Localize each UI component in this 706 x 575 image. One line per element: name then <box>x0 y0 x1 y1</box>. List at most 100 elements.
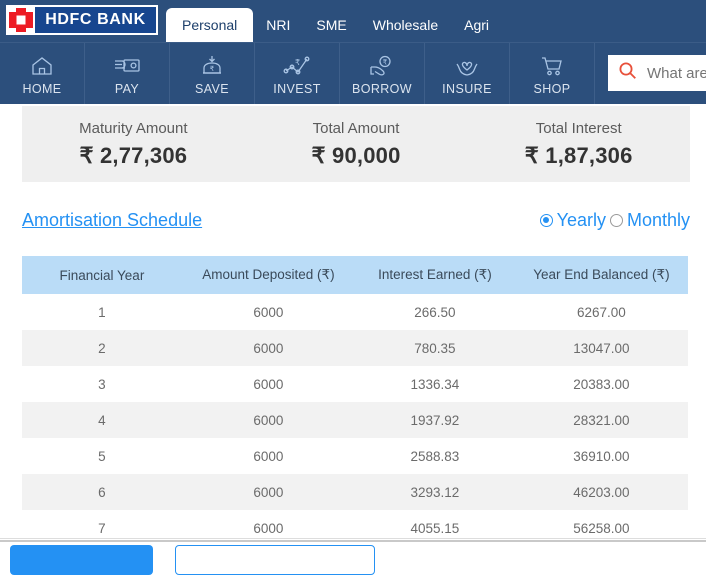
hdfc-bank-logo[interactable]: HDFC BANK <box>6 5 158 35</box>
cell-year-end-balanced: 13047.00 <box>514 330 688 366</box>
save-piggy-rupee-icon: ₹ <box>200 53 224 79</box>
cell-year-end-balanced: 36910.00 <box>514 438 688 474</box>
table-body: 1 6000 266.50 6267.00 2 6000 780.35 1304… <box>22 294 688 540</box>
nav-item-pay[interactable]: PAY <box>85 43 170 104</box>
hdfc-logo-icon <box>8 7 34 33</box>
column-header-financial-year: Financial Year <box>22 256 182 294</box>
footer-primary-button[interactable] <box>10 545 153 575</box>
summary-label: Total Interest <box>535 119 622 137</box>
radio-yearly-label: Yearly <box>556 209 606 230</box>
cell-interest-earned: 1336.34 <box>354 366 515 402</box>
table-header: Financial Year Amount Deposited (₹) Inte… <box>22 256 688 294</box>
nav-item-insure[interactable]: INSURE <box>425 43 510 104</box>
column-header-interest-earned: Interest Earned (₹) <box>354 256 515 294</box>
tab-personal[interactable]: Personal <box>166 8 254 42</box>
summary-value: ₹ 1,87,306 <box>524 142 633 168</box>
home-icon <box>30 53 54 79</box>
logo-text: HDFC BANK <box>45 11 146 28</box>
table-row: 4 6000 1937.92 28321.00 <box>22 402 688 438</box>
cell-amount-deposited: 6000 <box>181 402 355 438</box>
content-bottom-edge <box>0 538 706 539</box>
nav-label-invest: INVEST <box>273 82 321 96</box>
nav-label-home: HOME <box>22 82 62 96</box>
column-header-amount-deposited: Amount Deposited (₹) <box>181 256 355 294</box>
cell-year-end-balanced: 6267.00 <box>514 294 688 330</box>
cell-amount-deposited: 6000 <box>181 330 355 366</box>
footer-divider <box>0 540 706 542</box>
cell-financial-year: 6 <box>22 474 182 510</box>
radio-monthly-label: Monthly <box>626 209 690 230</box>
table-row: 2 6000 780.35 13047.00 <box>22 330 688 366</box>
table-row: 5 6000 2588.83 36910.00 <box>22 438 688 474</box>
tab-nri[interactable]: NRI <box>253 8 303 42</box>
summary-value: ₹ 2,77,306 <box>79 142 188 168</box>
frequency-radio-group: Yearly Monthly <box>539 209 690 231</box>
summary-maturity-amount: Maturity Amount ₹ 2,77,306 <box>22 106 245 182</box>
cell-financial-year: 2 <box>22 330 182 366</box>
cell-financial-year: 4 <box>22 402 182 438</box>
radio-option-yearly[interactable]: Yearly <box>539 209 606 231</box>
amortisation-schedule-link[interactable]: Amortisation Schedule <box>22 210 202 231</box>
radio-yearly-icon[interactable] <box>539 213 553 227</box>
nav-label-borrow: BORROW <box>351 82 413 96</box>
logo-wordmark-box: HDFC BANK <box>35 7 156 33</box>
search-input[interactable] <box>647 64 706 82</box>
table-header-row: Financial Year Amount Deposited (₹) Inte… <box>22 256 688 294</box>
svg-text:₹: ₹ <box>210 65 215 73</box>
cell-amount-deposited: 6000 <box>181 510 355 540</box>
cell-year-end-balanced: 46203.00 <box>514 474 688 510</box>
table-row: 1 6000 266.50 6267.00 <box>22 294 688 330</box>
cell-interest-earned: 780.35 <box>354 330 515 366</box>
table-row: 6 6000 3293.12 46203.00 <box>22 474 688 510</box>
table-row: 3 6000 1336.34 20383.00 <box>22 366 688 402</box>
borrow-hand-coin-icon: ₹ <box>369 53 395 79</box>
top-navigation-bar: HDFC BANK Personal NRI SME Wholesale Agr… <box>0 0 706 42</box>
tab-sme[interactable]: SME <box>303 8 359 42</box>
cell-amount-deposited: 6000 <box>181 474 355 510</box>
radio-option-monthly[interactable]: Monthly <box>609 209 690 231</box>
svg-text:₹: ₹ <box>383 58 388 66</box>
tab-wholesale[interactable]: Wholesale <box>360 8 451 42</box>
amortisation-table: Financial Year Amount Deposited (₹) Inte… <box>22 256 688 540</box>
schedule-header-row: Amortisation Schedule Yearly Monthly <box>22 205 690 235</box>
cell-interest-earned: 2588.83 <box>354 438 515 474</box>
insure-hands-heart-icon <box>454 53 480 79</box>
cell-year-end-balanced: 56258.00 <box>514 510 688 540</box>
nav-item-shop[interactable]: SHOP <box>510 43 595 104</box>
cell-financial-year: 1 <box>22 294 182 330</box>
footer-secondary-button[interactable] <box>175 545 375 575</box>
cell-interest-earned: 266.50 <box>354 294 515 330</box>
tab-agri[interactable]: Agri <box>451 8 502 42</box>
nav-item-invest[interactable]: ₹ INVEST <box>255 43 340 104</box>
cell-interest-earned: 3293.12 <box>354 474 515 510</box>
invest-growth-chart-icon: ₹ <box>283 53 311 79</box>
cell-interest-earned: 4055.15 <box>354 510 515 540</box>
summary-value: ₹ 90,000 <box>311 142 401 168</box>
pay-card-hand-icon <box>113 53 141 79</box>
cell-year-end-balanced: 28321.00 <box>514 402 688 438</box>
segment-tabs: Personal NRI SME Wholesale Agri <box>166 0 502 42</box>
column-header-year-end-balanced: Year End Balanced (₹) <box>514 256 688 294</box>
nav-label-pay: PAY <box>114 82 140 96</box>
summary-card: Maturity Amount ₹ 2,77,306 Total Amount … <box>22 106 690 182</box>
nav-item-home[interactable]: HOME <box>0 43 85 104</box>
nav-label-shop: SHOP <box>533 82 571 96</box>
nav-item-save[interactable]: ₹ SAVE <box>170 43 255 104</box>
svg-text:₹: ₹ <box>295 58 300 67</box>
summary-label: Maturity Amount <box>79 119 188 137</box>
search-bar[interactable] <box>608 55 706 91</box>
shop-cart-icon <box>540 53 564 79</box>
table-row: 7 6000 4055.15 56258.00 <box>22 510 688 540</box>
cell-financial-year: 5 <box>22 438 182 474</box>
cell-financial-year: 3 <box>22 366 182 402</box>
summary-label: Total Amount <box>312 119 400 137</box>
cell-financial-year: 7 <box>22 510 182 540</box>
cell-amount-deposited: 6000 <box>181 438 355 474</box>
summary-total-interest: Total Interest ₹ 1,87,306 <box>467 106 690 182</box>
nav-item-borrow[interactable]: ₹ BORROW <box>340 43 425 104</box>
nav-label-insure: INSURE <box>442 82 492 96</box>
amortisation-table-container[interactable]: Financial Year Amount Deposited (₹) Inte… <box>22 256 688 540</box>
cell-amount-deposited: 6000 <box>181 366 355 402</box>
radio-monthly-icon[interactable] <box>609 213 623 227</box>
cell-amount-deposited: 6000 <box>181 294 355 330</box>
